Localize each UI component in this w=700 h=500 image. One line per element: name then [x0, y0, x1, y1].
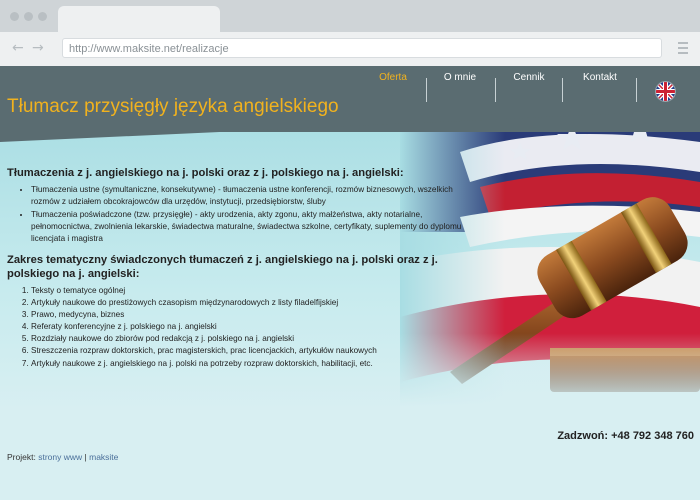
footer-separator: | [84, 452, 87, 462]
footer-link-strony-www[interactable]: strony www [38, 452, 82, 462]
list-item: Rozdziały naukowe do zbiorów pod redakcj… [31, 333, 462, 345]
menu-icon[interactable] [678, 42, 688, 54]
window-close-dot[interactable] [10, 12, 19, 21]
list-item: Streszczenia rozpraw doktorskich, prac m… [31, 345, 462, 357]
address-bar[interactable]: http://www.maksite.net/realizacje [62, 38, 662, 58]
nav-separator [426, 78, 427, 102]
footer: Projekt: strony www | maksite [7, 452, 118, 462]
list-item: Tłumaczenia poświadczone (tzw. przysięgł… [31, 209, 462, 245]
back-icon[interactable]: ← [12, 40, 24, 56]
nav-item-cennik[interactable]: Cennik [506, 66, 552, 90]
section2-heading: Zakres tematyczny świadczonych tłumaczeń… [7, 254, 438, 280]
web-page: Tłumacz przysięgły języka angielskiego O… [0, 66, 700, 500]
footer-link-maksite[interactable]: maksite [89, 452, 118, 462]
section1-heading: Tłumaczenia z j. angielskiego na j. pols… [7, 167, 404, 179]
forward-icon[interactable]: → [32, 40, 44, 56]
phone-number: Zadzwoń: +48 792 348 760 [557, 430, 694, 442]
section1-list: Tłumaczenia ustne (symultaniczne, konsek… [7, 184, 462, 245]
nav-separator [562, 78, 563, 102]
list-item: Teksty o tematyce ogólnej [31, 285, 462, 297]
uk-flag-icon[interactable] [655, 81, 676, 102]
main-content: Tłumaczenia z j. angielskiego na j. pols… [7, 166, 462, 370]
window-minimize-dot[interactable] [24, 12, 33, 21]
site-title[interactable]: Tłumacz przysięgły języka angielskiego [7, 96, 339, 118]
browser-tab[interactable] [58, 6, 220, 32]
list-item: Tłumaczenia ustne (symultaniczne, konsek… [31, 184, 462, 208]
list-item: Artykuły naukowe z j. angielskiego na j.… [31, 358, 462, 370]
list-item: Prawo, medycyna, biznes [31, 309, 462, 321]
footer-label: Projekt: [7, 452, 36, 462]
nav-separator [636, 78, 637, 102]
browser-titlebar [0, 0, 700, 32]
section2-list: Teksty o tematyce ogólnej Artykuły nauko… [7, 285, 462, 370]
browser-toolbar: ← → http://www.maksite.net/realizacje [0, 32, 700, 66]
nav-item-o-mnie[interactable]: O mnie [437, 66, 483, 90]
nav-item-oferta[interactable]: Oferta [370, 66, 416, 90]
list-item: Artykuły naukowe do prestiżowych czasopi… [31, 297, 462, 309]
browser-window: ← → http://www.maksite.net/realizacje Tł… [0, 0, 700, 500]
nav-separator [495, 78, 496, 102]
nav-item-kontakt[interactable]: Kontakt [576, 66, 624, 90]
window-maximize-dot[interactable] [38, 12, 47, 21]
list-item: Referaty konferencyjne z j. polskiego na… [31, 321, 462, 333]
